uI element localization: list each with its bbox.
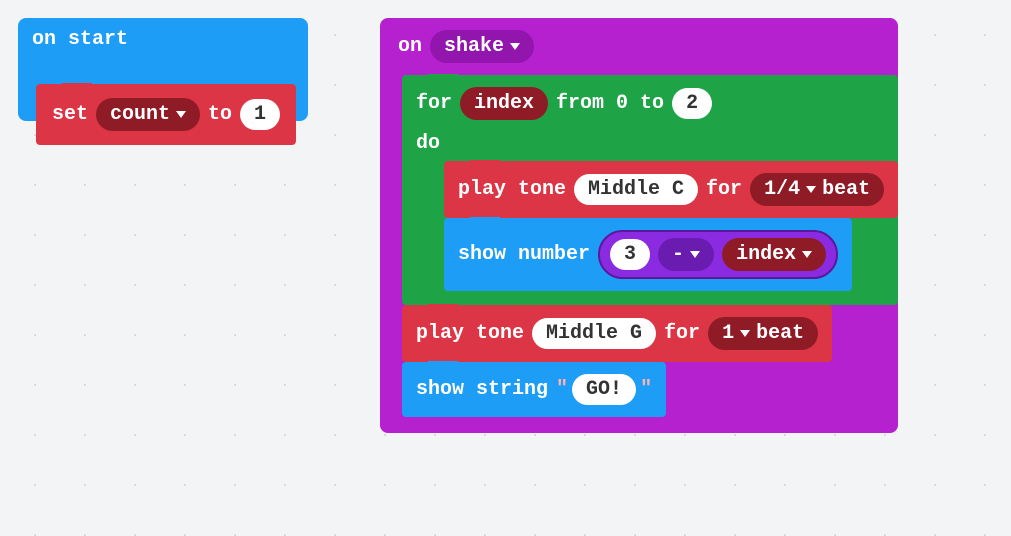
for-loop-block[interactable]: for index from 0 to 2 do <box>402 75 898 305</box>
do-keyword: do <box>416 132 440 155</box>
show-string-block[interactable]: show string " GO! " <box>402 362 666 417</box>
play-tone-keyword: play tone <box>416 322 524 345</box>
variable-dropdown[interactable]: count <box>96 98 200 131</box>
string-input[interactable]: GO! <box>572 374 636 405</box>
index-name: index <box>474 92 534 115</box>
beat-dropdown[interactable]: 1/4 beat <box>750 173 884 206</box>
note-value: Middle C <box>588 178 684 201</box>
on-keyword: on <box>398 35 422 58</box>
play-tone-block[interactable]: play tone Middle G for 1 beat <box>402 305 832 362</box>
show-number-block[interactable]: show number 3 - index <box>444 218 852 291</box>
note-input[interactable]: Middle G <box>532 318 656 349</box>
variable-name: count <box>110 103 170 126</box>
from-to-keyword: from 0 to <box>556 92 664 115</box>
index-variable[interactable]: index <box>460 87 548 120</box>
right-operand-name: index <box>736 243 796 266</box>
quote-close: " <box>640 378 652 401</box>
chevron-down-icon <box>806 186 816 193</box>
on-start-label: on start <box>32 28 128 51</box>
note-input[interactable]: Middle C <box>574 174 698 205</box>
chevron-down-icon <box>176 111 186 118</box>
beat-value: 1 <box>722 322 734 345</box>
value-input[interactable]: 1 <box>240 99 280 130</box>
beat-dropdown[interactable]: 1 beat <box>708 317 818 350</box>
math-expression[interactable]: 3 - index <box>598 230 838 279</box>
play-tone-block[interactable]: play tone Middle C for 1/4 beat <box>444 161 898 218</box>
for-keyword: for <box>416 92 452 115</box>
block-nub <box>428 74 458 84</box>
on-start-stack[interactable]: on start set count to 1 <box>18 18 308 121</box>
right-operand-variable[interactable]: index <box>722 238 826 271</box>
string-value: GO! <box>586 378 622 401</box>
note-value: Middle G <box>546 322 642 345</box>
show-string-keyword: show string <box>416 378 548 401</box>
quote-open: " <box>556 378 568 401</box>
block-nub <box>470 160 500 170</box>
on-gesture-hat[interactable]: on shake for index from 0 to 2 <box>380 18 898 433</box>
left-operand-value: 3 <box>624 243 636 266</box>
show-number-keyword: show number <box>458 243 590 266</box>
chevron-down-icon <box>690 251 700 258</box>
block-nub <box>62 83 92 93</box>
value-literal: 1 <box>254 103 266 126</box>
gesture-value: shake <box>444 35 504 58</box>
loop-bound-value: 2 <box>686 92 698 115</box>
gesture-dropdown[interactable]: shake <box>430 30 534 63</box>
chevron-down-icon <box>510 43 520 50</box>
block-nub <box>428 304 458 314</box>
chevron-down-icon <box>802 251 812 258</box>
operator-dropdown[interactable]: - <box>658 238 714 271</box>
loop-bound-input[interactable]: 2 <box>672 88 712 119</box>
to-keyword: to <box>208 103 232 126</box>
set-keyword: set <box>52 103 88 126</box>
chevron-down-icon <box>740 330 750 337</box>
block-nub <box>428 361 458 371</box>
on-shake-stack[interactable]: on shake for index from 0 to 2 <box>380 18 898 433</box>
left-operand-input[interactable]: 3 <box>610 239 650 270</box>
beat-suffix: beat <box>756 322 804 345</box>
for-keyword: for <box>706 178 742 201</box>
block-nub <box>470 217 500 227</box>
for-keyword: for <box>664 322 700 345</box>
play-tone-keyword: play tone <box>458 178 566 201</box>
beat-value: 1/4 <box>764 178 800 201</box>
set-variable-block[interactable]: set count to 1 <box>36 84 296 145</box>
beat-suffix: beat <box>822 178 870 201</box>
operator-value: - <box>672 243 684 266</box>
